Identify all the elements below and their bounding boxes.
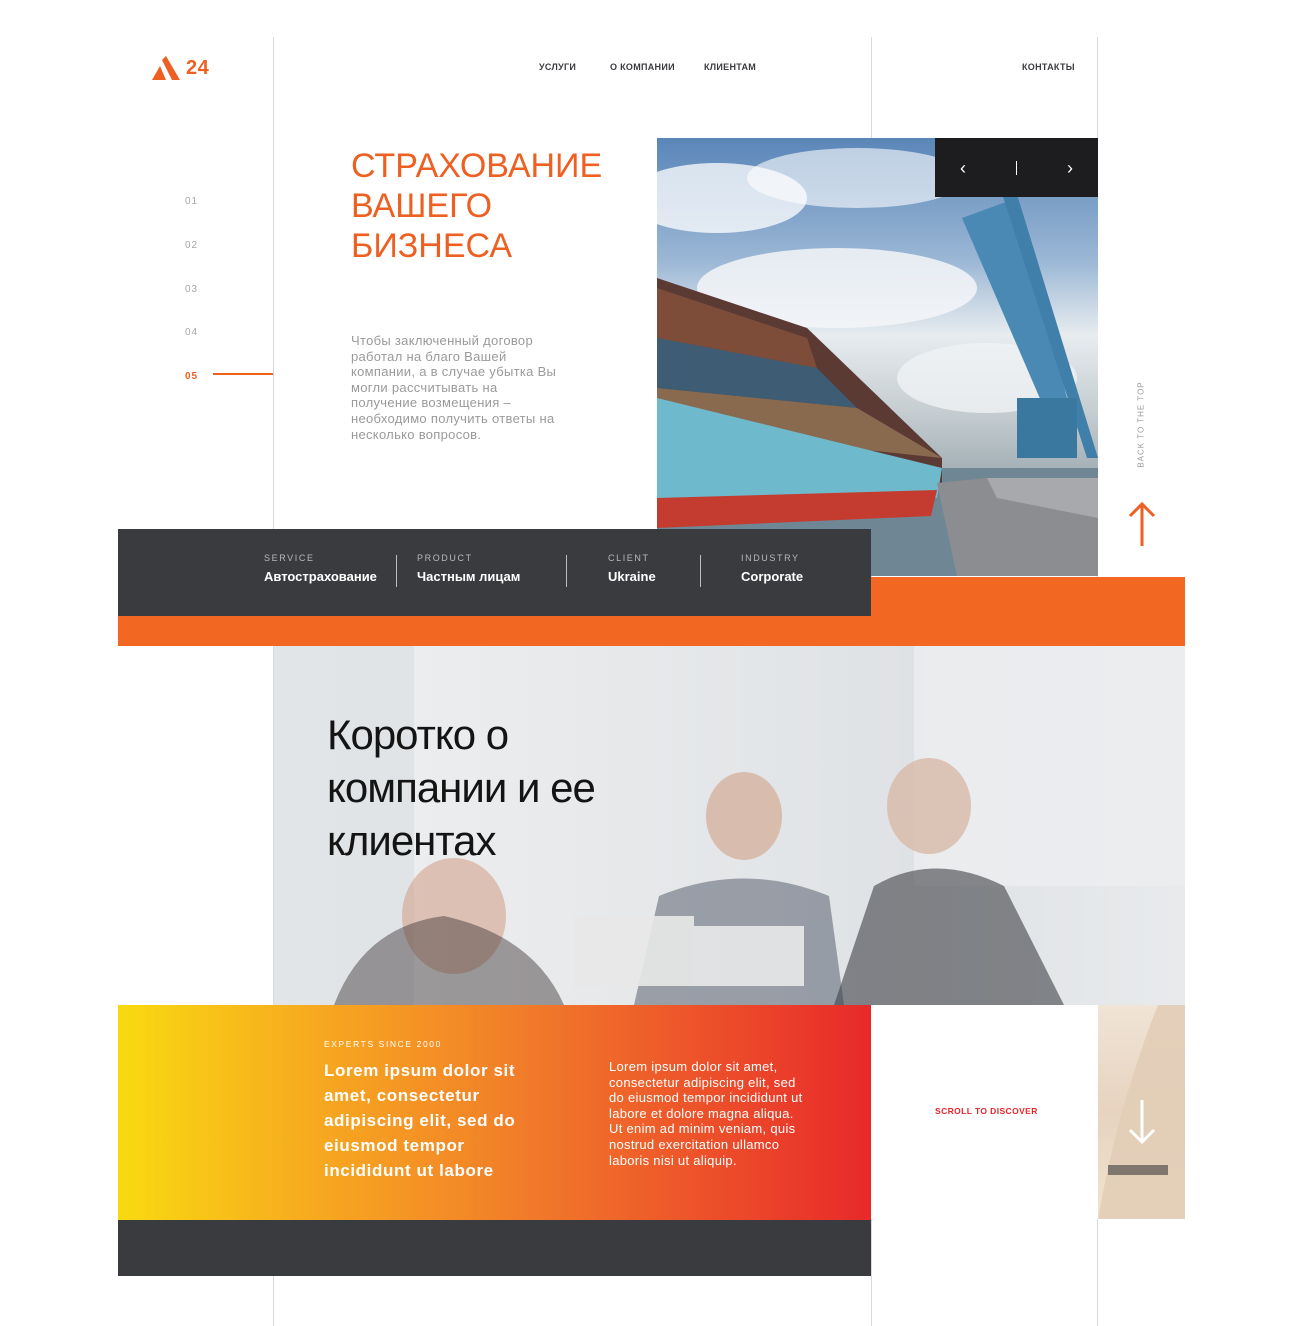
nav-item-clients[interactable]: КЛИЕНТАМ [704,62,756,72]
orange-band [118,616,1185,646]
slider-next-button[interactable]: › [1067,159,1073,177]
arrow-up-icon[interactable] [1128,500,1156,546]
info-industry-value: Corporate [741,569,804,584]
info-product-label: PRODUCT [417,553,473,563]
experts-label: EXPERTS SINCE 2000 [324,1039,442,1049]
side-nav-item-02[interactable]: 02 [185,240,198,251]
side-nav-active-indicator [213,373,273,375]
experts-heading: Lorem ipsum dolor sit amet, consectetur … [324,1061,516,1180]
hero-description: Чтобы заключенный договор работал на бла… [351,333,557,442]
logo-text: 24 [186,56,210,79]
info-product-value: Частным лицам [417,569,521,584]
side-nav-item-05[interactable]: 05 [185,371,198,382]
arrow-down-icon[interactable] [1128,1100,1156,1146]
experts-text: Lorem ipsum dolor sit amet, consectetur … [609,1059,803,1168]
info-bar: SERVICE Автострахование PRODUCT Частным … [118,529,871,616]
info-industry-label: INDUSTRY [741,553,800,563]
nav-item-about[interactable]: О КОМПАНИИ [610,62,675,72]
info-service: SERVICE Автострахование [264,553,377,584]
hero-image-ship [657,138,1098,576]
dark-band [118,1220,871,1276]
info-service-label: SERVICE [264,553,315,563]
info-client: CLIENT Ukraine [608,553,656,584]
slider-divider [1016,160,1017,175]
slider-prev-button[interactable]: ‹ [960,159,966,177]
info-product: PRODUCT Частным лицам [417,553,520,584]
about-section: Коротко о компании и ее клиентах [274,646,1185,1005]
info-separator [700,555,701,587]
info-client-label: CLIENT [608,553,650,563]
nav-item-services[interactable]: УСЛУГИ [539,62,576,72]
slider-controls: ‹ › [935,138,1098,197]
side-nav-item-04[interactable]: 04 [185,327,198,338]
info-separator [396,555,397,587]
back-to-top-label[interactable]: BACK TO THE TOP [1137,381,1146,467]
about-title: Коротко о компании и ее клиентах [327,711,596,864]
nav-item-contacts[interactable]: КОНТАКТЫ [1022,62,1075,72]
hero-title: СТРАХОВАНИЕ ВАШЕГО БИЗНЕСА [351,147,603,265]
info-service-value: Автострахование [264,569,377,584]
scroll-to-discover[interactable]: SCROLL TO DISCOVER [935,1106,1038,1116]
side-nav-item-03[interactable]: 03 [185,284,198,295]
experts-block: EXPERTS SINCE 2000 Lorem ipsum dolor sit… [118,1005,871,1220]
logo-mark-icon [152,56,180,80]
side-nav-item-01[interactable]: 01 [185,196,198,207]
info-industry: INDUSTRY Corporate [741,553,803,584]
info-separator [566,555,567,587]
logo[interactable]: 24 [152,56,209,80]
info-client-value: Ukraine [608,569,656,584]
